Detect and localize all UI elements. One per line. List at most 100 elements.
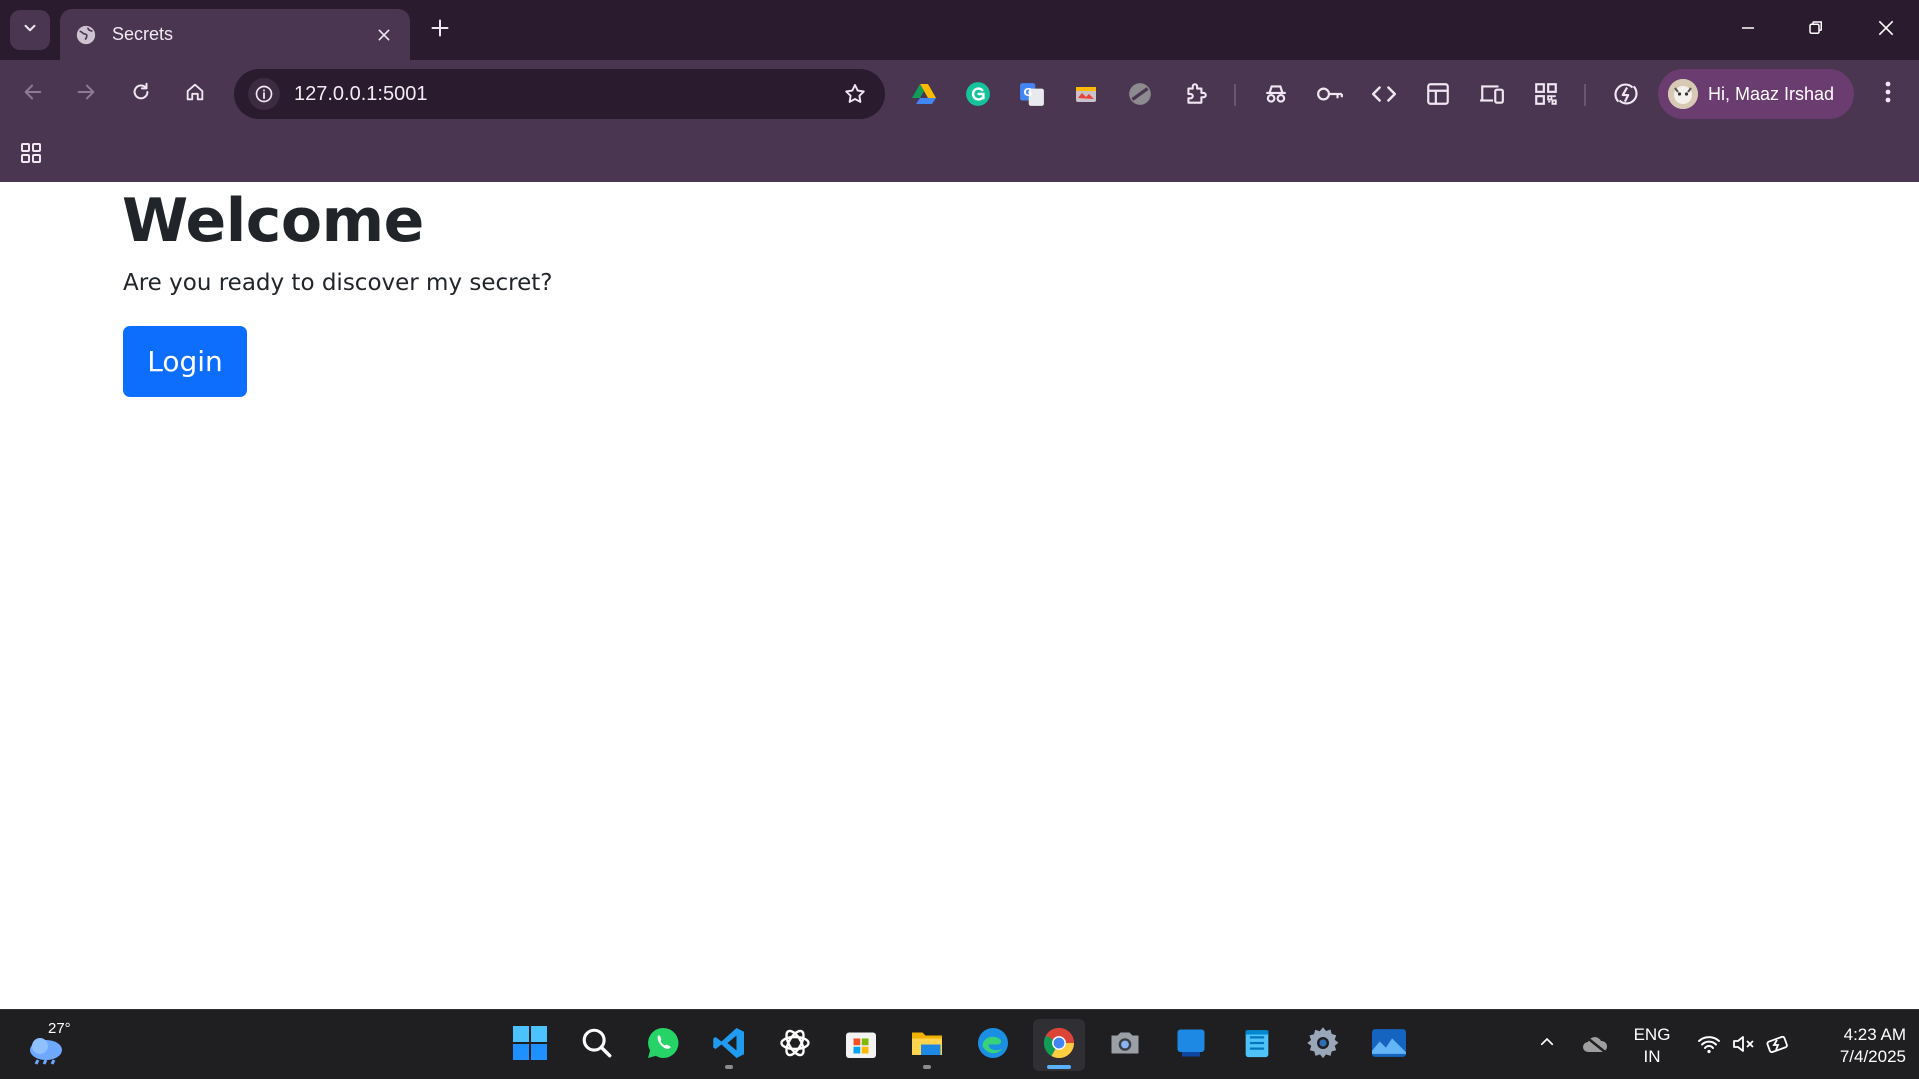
forward-button[interactable] (66, 74, 106, 114)
tab-title: Secrets (112, 24, 174, 44)
system-clock[interactable]: 4:23 AM 7/4/2025 (1806, 1024, 1906, 1068)
svg-text:G: G (1023, 86, 1032, 99)
taskbar-whatsapp[interactable] (637, 1019, 689, 1071)
language-region: IN (1643, 1047, 1661, 1066)
apps-button[interactable] (14, 138, 48, 172)
page-intro-text: Are you ready to discover my secret? (123, 270, 553, 296)
gear-icon (1305, 1025, 1341, 1066)
bookmark-star-icon[interactable] (839, 78, 871, 110)
battery-charging-icon[interactable] (1764, 1024, 1794, 1064)
browser-toolbar: 127.0.0.1:5001 G Hi, Maaz Irshad (0, 60, 1919, 128)
chrome-icon (1041, 1025, 1077, 1066)
toolbar-divider (1584, 84, 1586, 106)
taskbar-blue-app[interactable] (1165, 1019, 1217, 1071)
layout-icon[interactable] (1420, 76, 1456, 112)
page-title: Welcome (122, 186, 424, 256)
language-indicator[interactable]: ENG IN (1622, 1024, 1682, 1068)
restore-button[interactable] (1794, 8, 1838, 52)
folder-icon (908, 1025, 946, 1066)
taskbar-search[interactable] (571, 1019, 623, 1071)
minimize-button[interactable] (1726, 8, 1770, 52)
address-bar[interactable]: 127.0.0.1:5001 (234, 69, 885, 119)
whatsapp-icon (645, 1025, 681, 1066)
taskbar-file-explorer[interactable] (901, 1019, 953, 1071)
taskbar-chatgpt[interactable] (769, 1019, 821, 1071)
app-window-icon (1173, 1025, 1209, 1066)
restore-icon (1807, 19, 1825, 42)
windows-icon (512, 1025, 548, 1066)
taskbar-photos[interactable] (1363, 1019, 1415, 1071)
taskbar: 27° ENG IN 4:23 AM 7/4/2025 (0, 1009, 1919, 1079)
puzzle-icon[interactable] (1178, 76, 1214, 112)
google-translate-icon[interactable]: G (1014, 76, 1050, 112)
reload-icon (130, 81, 152, 108)
taskbar-camera[interactable] (1099, 1019, 1151, 1071)
bookmarks-bar (0, 128, 1919, 182)
wifi-icon[interactable] (1694, 1024, 1724, 1064)
apps-grid-icon (19, 141, 43, 170)
close-window-button[interactable] (1864, 8, 1908, 52)
volume-muted-icon[interactable] (1728, 1024, 1758, 1064)
clock-date: 7/4/2025 (1839, 1047, 1906, 1066)
url-text[interactable]: 127.0.0.1:5001 (294, 83, 839, 106)
profile-name: Hi, Maaz Irshad (1708, 83, 1835, 104)
taskbar-edge[interactable] (967, 1019, 1019, 1071)
browser-window: Secrets 127.0.0.1:5001 G Hi, Maaz Irshad… (0, 0, 1919, 1079)
devices-icon[interactable] (1474, 76, 1510, 112)
browser-menu-button[interactable] (1870, 76, 1906, 112)
back-button[interactable] (13, 74, 53, 114)
taskbar-microsoft-store[interactable] (835, 1019, 887, 1071)
google-drive-icon[interactable] (906, 76, 942, 112)
close-icon (1876, 18, 1896, 43)
running-indicator (725, 1065, 733, 1069)
reload-button[interactable] (121, 74, 161, 114)
chatgpt-icon (777, 1025, 813, 1066)
lightning-icon[interactable] (1608, 76, 1644, 112)
clock-time: 4:23 AM (1843, 1025, 1906, 1044)
notepad-icon (1240, 1025, 1274, 1066)
start-button[interactable] (504, 1019, 556, 1071)
home-icon (184, 81, 206, 108)
taskbar-vscode[interactable] (703, 1019, 755, 1071)
running-indicator (923, 1065, 931, 1069)
globe-icon (74, 23, 98, 47)
screenshot-icon[interactable] (1068, 76, 1104, 112)
taskbar-notepad[interactable] (1231, 1019, 1283, 1071)
grammarly-icon[interactable] (960, 76, 996, 112)
taskbar-settings[interactable] (1297, 1019, 1349, 1071)
show-hidden-icons-button[interactable] (1532, 1024, 1562, 1064)
weather-widget[interactable]: 27° (22, 1020, 82, 1072)
qr-code-icon[interactable] (1528, 76, 1564, 112)
plus-icon (430, 18, 450, 43)
tab-strip: Secrets (0, 0, 1919, 60)
search-icon (580, 1026, 614, 1065)
close-tab-icon[interactable] (372, 23, 396, 47)
code-icon[interactable] (1366, 76, 1402, 112)
camera-icon (1106, 1025, 1144, 1066)
login-button[interactable]: Login (123, 326, 247, 397)
photos-icon (1370, 1026, 1408, 1065)
vscode-icon (711, 1025, 747, 1066)
weather-temperature: 27° (48, 1020, 71, 1037)
language-code: ENG (1633, 1025, 1671, 1044)
site-info-icon[interactable] (248, 78, 280, 110)
key-icon[interactable] (1312, 76, 1348, 112)
tab-search-button[interactable] (10, 10, 50, 50)
tab-secrets[interactable]: Secrets (60, 9, 410, 60)
arrow-left-icon (22, 81, 44, 108)
active-indicator (1047, 1065, 1071, 1069)
blocked-icon[interactable] (1122, 76, 1158, 112)
onedrive-icon[interactable] (1578, 1024, 1612, 1064)
more-vert-icon (1885, 81, 1891, 108)
profile-button[interactable]: Hi, Maaz Irshad (1658, 69, 1854, 119)
minimize-icon (1739, 19, 1757, 42)
home-button[interactable] (175, 74, 215, 114)
avatar (1668, 79, 1698, 109)
chevron-up-icon (1538, 1033, 1556, 1056)
chevron-down-icon (21, 19, 39, 42)
taskbar-chrome[interactable] (1033, 1019, 1085, 1071)
incognito-icon[interactable] (1258, 76, 1294, 112)
page-content: Welcome Are you ready to discover my sec… (0, 182, 1919, 1009)
store-icon (843, 1025, 879, 1066)
new-tab-button[interactable] (424, 14, 456, 46)
